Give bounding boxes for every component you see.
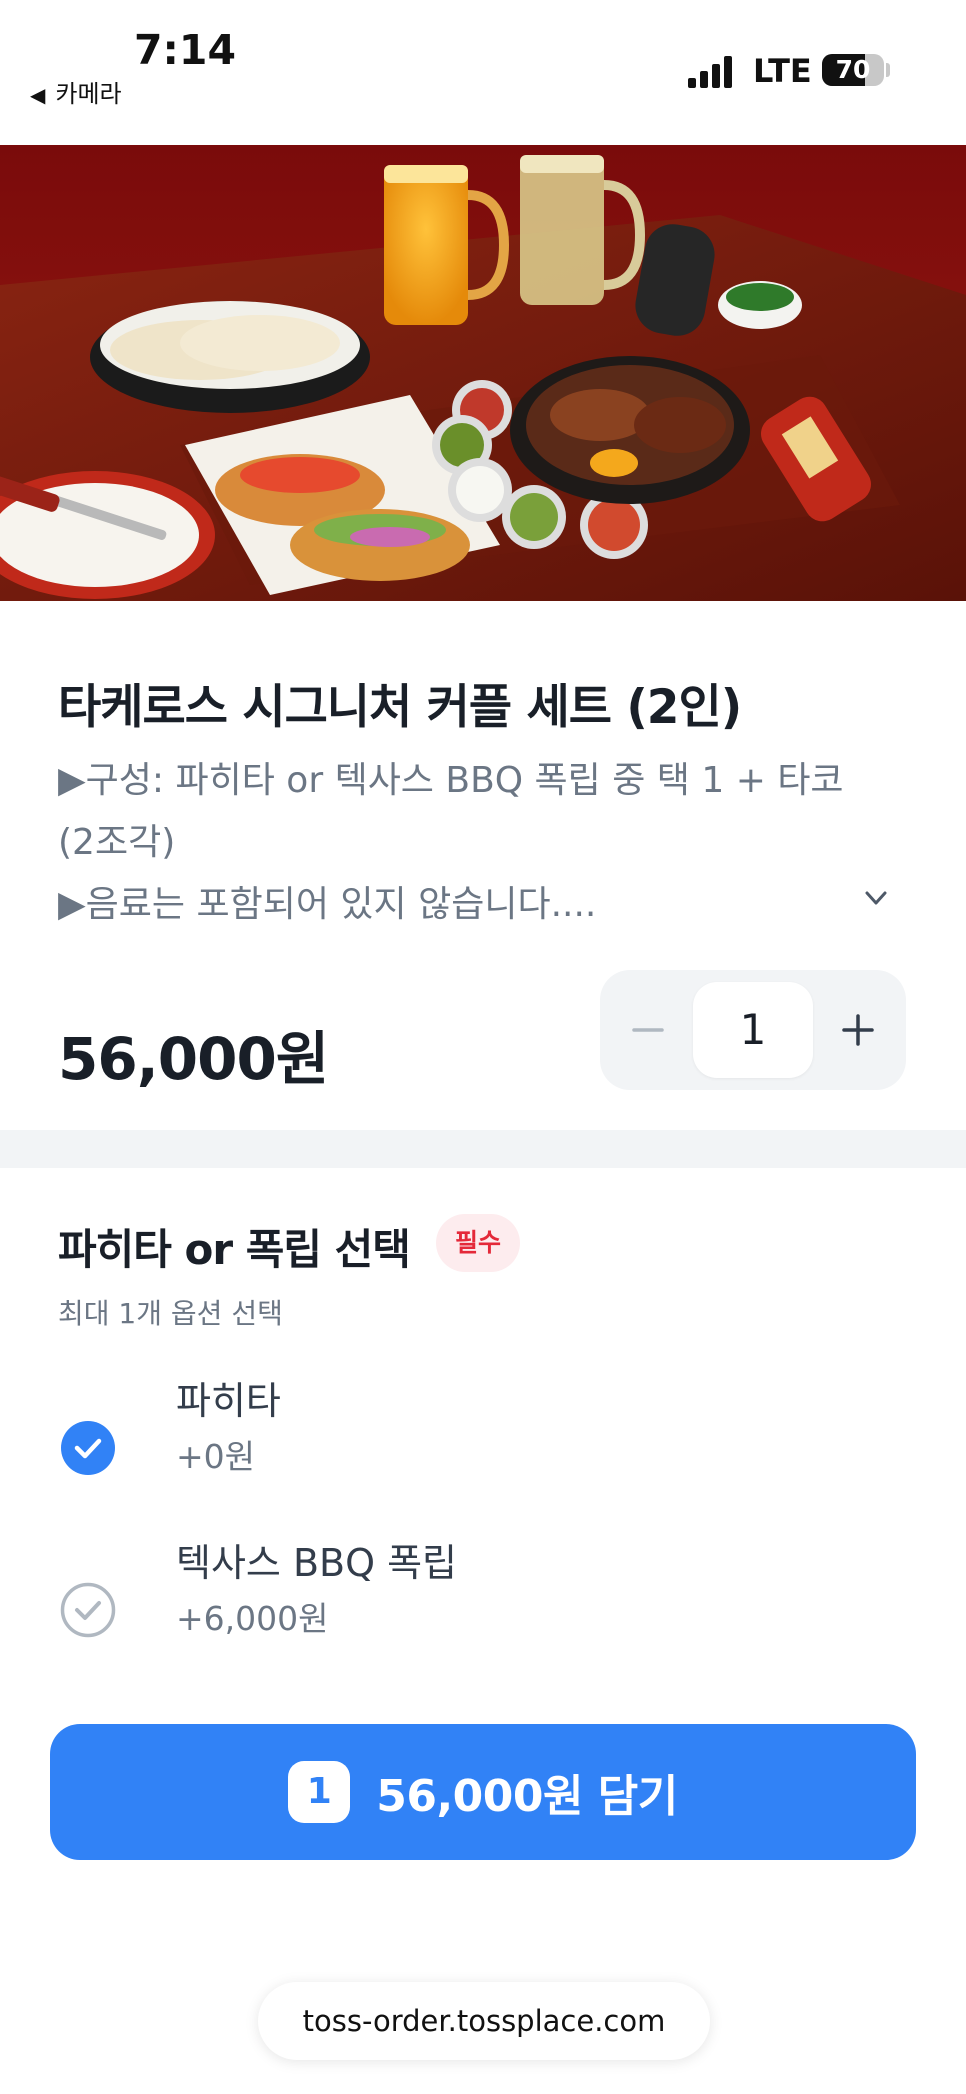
option-price: +6,000원 [176, 1599, 329, 1638]
battery-icon: 70 [822, 54, 884, 86]
option-price: +0원 [176, 1437, 256, 1476]
unchecked-circle-icon [60, 1582, 116, 1638]
section-divider [0, 1130, 966, 1168]
required-badge: 필수 [436, 1214, 520, 1272]
battery-tip [886, 63, 890, 77]
decrease-quantity-button[interactable] [600, 970, 696, 1090]
checked-circle-icon [60, 1420, 116, 1476]
back-triangle-icon: ◀ [30, 83, 46, 107]
clock: 7:14 [134, 26, 236, 74]
description-line: (2조각) [58, 822, 176, 863]
option-name: 파히타 [176, 1379, 281, 1423]
add-to-cart-label: 56,000원 담기 [376, 1771, 678, 1822]
product-title: 타케로스 시그니처 커플 세트 (2인) [58, 680, 742, 735]
add-to-cart-button[interactable]: 1 56,000원 담기 [50, 1724, 916, 1860]
description-line: ▶음료는 포함되어 있지 않습니다.... [58, 884, 597, 925]
battery-level: 70 [835, 55, 871, 84]
option-group-subtitle: 최대 1개 옵션 선택 [58, 1297, 283, 1330]
cellular-signal-icon [688, 56, 736, 88]
option-name: 텍사스 BBQ 폭립 [176, 1541, 458, 1585]
increase-quantity-button[interactable] [810, 970, 906, 1090]
option-item-bbq-ribs[interactable]: 텍사스 BBQ 폭립 +6,000원 [0, 1524, 966, 1674]
back-to-app-link[interactable]: ◀ 카메라 [30, 74, 122, 109]
cart-count-badge: 1 [288, 1761, 351, 1823]
network-type: LTE [753, 52, 812, 90]
expand-description-chevron-icon[interactable] [862, 884, 890, 912]
back-app-label: 카메라 [55, 80, 122, 108]
product-image [0, 145, 966, 601]
browser-url-bar[interactable]: toss-order.tossplace.com [258, 1982, 710, 2060]
plus-icon [842, 1014, 874, 1046]
option-item-fajita[interactable]: 파히타 +0원 [0, 1362, 966, 1512]
product-price: 56,000원 [58, 1025, 329, 1093]
minus-icon [632, 1028, 664, 1032]
status-bar: 7:14 ◀ 카메라 LTE 70 [0, 0, 966, 145]
quantity-stepper: 1 [600, 970, 906, 1090]
product-description[interactable]: ▶구성: 파히타 or 텍사스 BBQ 폭립 중 택 1 + 타코 (2조각) … [58, 750, 888, 936]
description-line: ▶구성: 파히타 or 텍사스 BBQ 폭립 중 택 1 + 타코 [58, 760, 844, 801]
option-group-title: 파히타 or 폭립 선택 [58, 1225, 411, 1274]
quantity-value: 1 [693, 982, 813, 1078]
